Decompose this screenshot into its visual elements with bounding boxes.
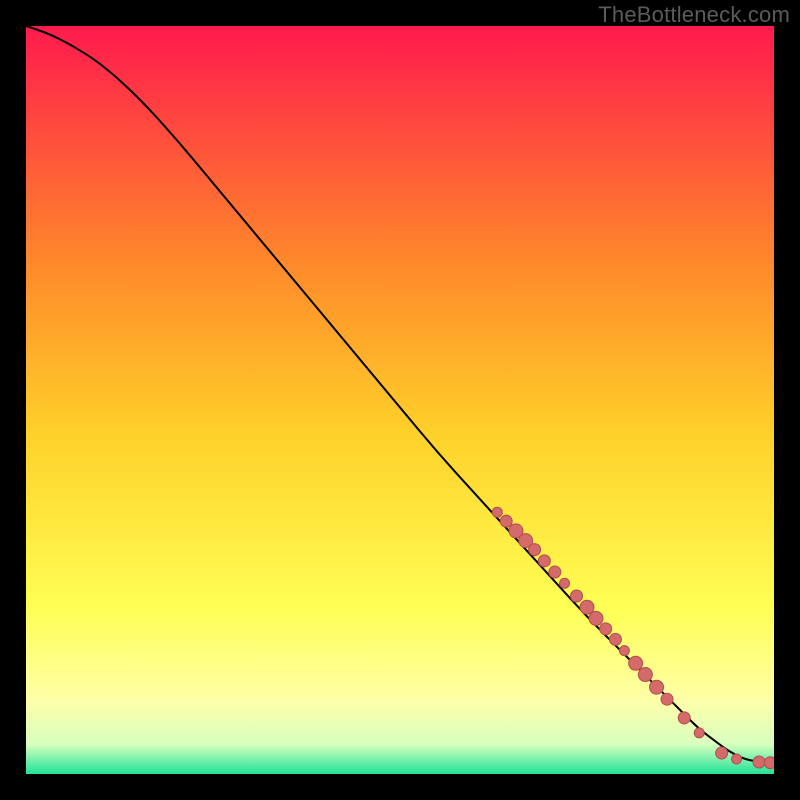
- data-marker: [492, 507, 502, 517]
- plot-svg: [26, 26, 774, 774]
- data-marker: [580, 600, 594, 614]
- data-marker: [560, 578, 570, 588]
- data-marker: [764, 757, 774, 769]
- data-marker: [538, 555, 550, 567]
- data-marker: [549, 566, 561, 578]
- watermark-text: TheBottleneck.com: [598, 2, 790, 28]
- data-marker: [500, 515, 512, 527]
- data-marker: [619, 646, 629, 656]
- data-marker: [529, 544, 541, 556]
- data-marker: [694, 728, 704, 738]
- data-marker: [638, 668, 652, 682]
- plot-area: [26, 26, 774, 774]
- data-marker: [629, 656, 643, 670]
- data-marker: [732, 754, 742, 764]
- data-marker: [650, 680, 664, 694]
- chart-stage: TheBottleneck.com: [0, 0, 800, 800]
- data-marker: [600, 623, 612, 635]
- data-marker: [609, 633, 621, 645]
- data-marker: [678, 712, 690, 724]
- data-marker: [589, 611, 603, 625]
- data-marker: [716, 747, 728, 759]
- data-marker: [753, 756, 765, 768]
- data-marker: [571, 590, 583, 602]
- data-marker: [661, 693, 673, 705]
- gradient-background: [26, 26, 774, 774]
